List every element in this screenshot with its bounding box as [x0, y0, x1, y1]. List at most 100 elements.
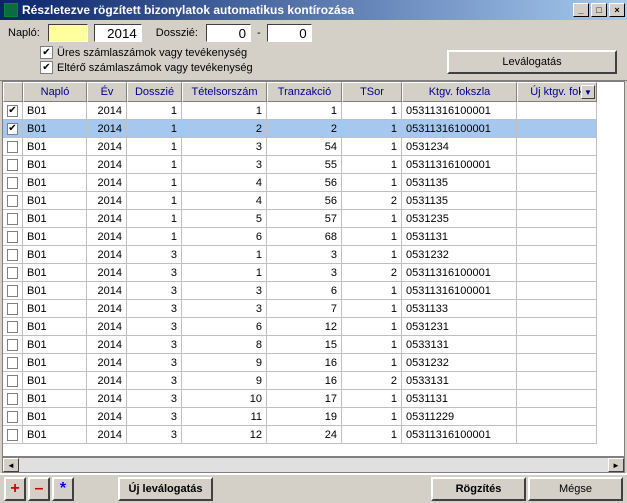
col-tranz[interactable]: Tranzakció: [267, 82, 342, 102]
col-ev[interactable]: Év: [87, 82, 127, 102]
row-checkbox[interactable]: [7, 393, 18, 405]
table-row[interactable]: B01201431119105311229: [3, 408, 624, 426]
row-checkbox[interactable]: [7, 339, 18, 351]
table-row[interactable]: B012014313205311316100001: [3, 264, 624, 282]
row-checkbox[interactable]: [7, 411, 18, 423]
row-checkbox[interactable]: [7, 213, 18, 225]
table-row[interactable]: B01201431224105311316100001: [3, 426, 624, 444]
table-row[interactable]: B01201433710531133: [3, 300, 624, 318]
table-row[interactable]: B012014155710531235: [3, 210, 624, 228]
row-checkbox[interactable]: ✔: [7, 105, 18, 117]
cell-ujktgv[interactable]: [517, 336, 597, 354]
cell-ujktgv[interactable]: [517, 102, 597, 120]
rogzites-button[interactable]: Rögzítés: [431, 477, 526, 501]
col-naplo[interactable]: Napló: [23, 82, 87, 102]
cell-ujktgv[interactable]: [517, 282, 597, 300]
cell-tetel: 1: [182, 102, 267, 120]
cell-tetel: 4: [182, 192, 267, 210]
cell-ujktgv[interactable]: [517, 210, 597, 228]
levalogatas-button[interactable]: Leválogatás: [447, 50, 617, 74]
horizontal-scrollbar[interactable]: ◄ ►: [2, 457, 625, 473]
cell-tranz: 16: [267, 354, 342, 372]
row-checkbox[interactable]: [7, 429, 18, 441]
naplo-input[interactable]: [48, 24, 88, 42]
cell-ujktgv[interactable]: [517, 192, 597, 210]
table-row[interactable]: B012014336105311316100001: [3, 282, 624, 300]
cell-tetel: 8: [182, 336, 267, 354]
row-checkbox[interactable]: [7, 159, 18, 171]
close-button[interactable]: ×: [609, 3, 625, 17]
cell-ujktgv[interactable]: [517, 390, 597, 408]
cell-ujktgv[interactable]: [517, 300, 597, 318]
scroll-right-button[interactable]: ►: [608, 458, 624, 472]
ev-input[interactable]: [94, 24, 142, 42]
row-checkbox[interactable]: [7, 375, 18, 387]
table-row[interactable]: B012014145610531135: [3, 174, 624, 192]
dosszie-label: Dosszié:: [156, 27, 198, 39]
table-row[interactable]: B012014166810531131: [3, 228, 624, 246]
cell-tsor: 1: [342, 282, 402, 300]
col-tsor[interactable]: TSor: [342, 82, 402, 102]
diff-accounts-checkbox[interactable]: ✔: [40, 61, 53, 74]
cell-ev: 2014: [87, 282, 127, 300]
megse-button[interactable]: Mégse: [528, 477, 623, 501]
scroll-track[interactable]: [19, 458, 608, 472]
cell-ujktgv[interactable]: [517, 246, 597, 264]
cell-ev: 2014: [87, 192, 127, 210]
empty-accounts-checkbox[interactable]: ✔: [40, 46, 53, 59]
add-button[interactable]: +: [4, 477, 26, 501]
remove-button[interactable]: –: [28, 477, 50, 501]
table-row[interactable]: B012014381510533131: [3, 336, 624, 354]
cell-ujktgv[interactable]: [517, 408, 597, 426]
table-row[interactable]: B0120143101710531131: [3, 390, 624, 408]
table-row[interactable]: B01201431310531232: [3, 246, 624, 264]
uj-levalogatas-button[interactable]: Új leválogatás: [118, 477, 213, 501]
cell-ujktgv[interactable]: [517, 156, 597, 174]
minimize-button[interactable]: _: [573, 3, 589, 17]
cell-ujktgv[interactable]: [517, 318, 597, 336]
col-tetel[interactable]: Tételsorszám: [182, 82, 267, 102]
row-checkbox[interactable]: [7, 141, 18, 153]
row-checkbox[interactable]: [7, 267, 18, 279]
cell-ujktgv[interactable]: [517, 264, 597, 282]
table-row[interactable]: B0120141355105311316100001: [3, 156, 624, 174]
col-ujktgv[interactable]: Új ktgv. fok ▼: [517, 82, 597, 102]
col-ktgv[interactable]: Ktgv. fokszla: [402, 82, 517, 102]
col-check[interactable]: [3, 82, 23, 102]
dosszie-to-input[interactable]: [267, 24, 312, 42]
scroll-left-button[interactable]: ◄: [3, 458, 19, 472]
row-checkbox[interactable]: [7, 231, 18, 243]
row-checkbox[interactable]: [7, 285, 18, 297]
cell-ujktgv[interactable]: [517, 138, 597, 156]
table-row[interactable]: B012014145620531135: [3, 192, 624, 210]
maximize-button[interactable]: □: [591, 3, 607, 17]
chevron-down-icon[interactable]: ▼: [581, 85, 595, 99]
row-checkbox[interactable]: [7, 249, 18, 261]
cell-ujktgv[interactable]: [517, 372, 597, 390]
cell-ujktgv[interactable]: [517, 120, 597, 138]
cell-tetel: 9: [182, 354, 267, 372]
cell-ujktgv[interactable]: [517, 426, 597, 444]
row-checkbox[interactable]: [7, 321, 18, 333]
row-checkbox[interactable]: [7, 357, 18, 369]
star-button[interactable]: *: [52, 477, 74, 501]
cell-ev: 2014: [87, 354, 127, 372]
row-checkbox[interactable]: [7, 195, 18, 207]
cell-ujktgv[interactable]: [517, 174, 597, 192]
data-grid[interactable]: Napló Év Dosszié Tételsorszám Tranzakció…: [2, 81, 625, 457]
cell-ev: 2014: [87, 264, 127, 282]
row-checkbox[interactable]: [7, 177, 18, 189]
table-row[interactable]: B012014391610531232: [3, 354, 624, 372]
table-row[interactable]: B012014391620533131: [3, 372, 624, 390]
col-dosszie[interactable]: Dosszié: [127, 82, 182, 102]
cell-ujktgv[interactable]: [517, 228, 597, 246]
cell-naplo: B01: [23, 120, 87, 138]
cell-ujktgv[interactable]: [517, 354, 597, 372]
row-checkbox[interactable]: [7, 303, 18, 315]
dosszie-from-input[interactable]: [206, 24, 251, 42]
table-row[interactable]: ✔B012014122105311316100001: [3, 120, 624, 138]
table-row[interactable]: B012014135410531234: [3, 138, 624, 156]
row-checkbox[interactable]: ✔: [7, 123, 18, 135]
table-row[interactable]: B012014361210531231: [3, 318, 624, 336]
table-row[interactable]: ✔B012014111105311316100001: [3, 102, 624, 120]
